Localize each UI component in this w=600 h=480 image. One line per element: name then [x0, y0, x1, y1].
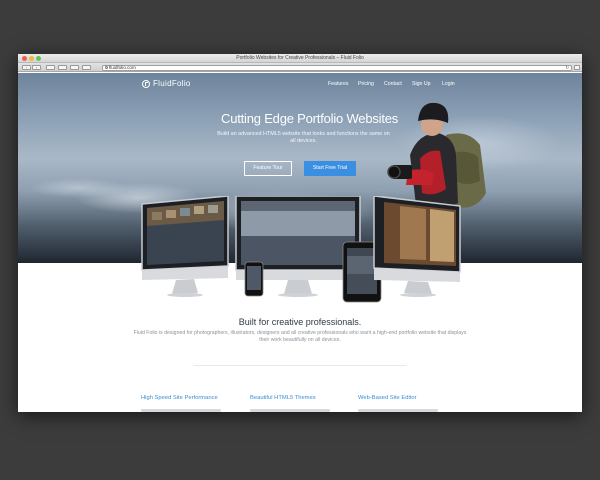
feature-link-editor[interactable]: Web-Based Site Editor: [358, 395, 417, 401]
nav-features[interactable]: Features: [328, 81, 348, 87]
logo-icon: [142, 79, 150, 88]
reload-icon[interactable]: ↻: [565, 65, 569, 70]
imac-right: [373, 196, 461, 297]
hero-subtitle: Build an advanced HTML5 website that loo…: [217, 131, 390, 144]
nav-contact[interactable]: Contact: [384, 81, 402, 87]
bookmarks-button[interactable]: [70, 65, 79, 70]
feature-text-placeholder: [250, 409, 330, 412]
feature-link-performance[interactable]: High Speed Site Performance: [141, 395, 218, 401]
forward-icon[interactable]: ›: [32, 65, 41, 70]
devices-showcase: [141, 196, 461, 303]
nav-signup[interactable]: Sign Up: [412, 81, 430, 87]
window-titlebar: Portfolio Websites for Creative Professi…: [18, 54, 582, 63]
browser-toolbar: ‹ › fluidfolio.com ↻: [18, 63, 582, 72]
downloads-button[interactable]: [574, 65, 580, 70]
iphone: [244, 261, 264, 297]
intro-body: Fluid Folio is designed for photographer…: [133, 330, 467, 343]
feature-text-placeholder: [141, 409, 221, 412]
imac-left: [141, 196, 229, 297]
topsites-button[interactable]: [82, 65, 91, 70]
address-bar[interactable]: fluidfolio.com ↻: [102, 64, 572, 71]
section-divider: [193, 365, 407, 366]
web-page: FluidFolio Features Pricing Contact Sign…: [18, 73, 582, 412]
share-button[interactable]: [58, 65, 67, 70]
feature-text-placeholder: [358, 409, 438, 412]
feature-link-themes[interactable]: Beautiful HTML5 Themes: [250, 395, 316, 401]
browser-window: Portfolio Websites for Creative Professi…: [18, 54, 582, 412]
start-free-trial-button[interactable]: Start Free Trial: [304, 161, 356, 176]
intro-title: Built for creative professionals.: [238, 317, 362, 327]
globe-icon: [104, 66, 108, 70]
sidebar-toggle-button[interactable]: [46, 65, 55, 70]
window-title: Portfolio Websites for Creative Professi…: [236, 55, 364, 61]
feature-tour-button[interactable]: Feature Tour: [244, 161, 292, 176]
back-icon[interactable]: ‹: [22, 65, 31, 70]
nav-pricing[interactable]: Pricing: [358, 81, 374, 87]
site-logo[interactable]: FluidFolio: [142, 79, 191, 88]
url-text: fluidfolio.com: [109, 64, 136, 70]
nav-login[interactable]: Login: [442, 81, 455, 87]
backpack-pocket: [454, 151, 480, 184]
logo-text: FluidFolio: [153, 79, 191, 88]
hero-title: Cutting Edge Portfolio Websites: [221, 111, 399, 126]
camera-lens: [387, 165, 401, 179]
